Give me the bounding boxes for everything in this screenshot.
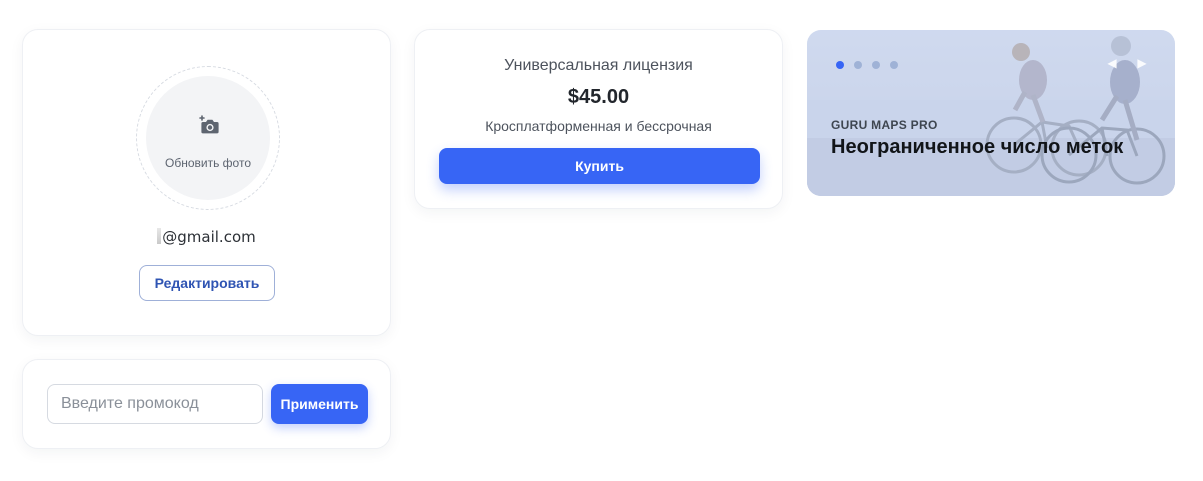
carousel-dots (836, 61, 898, 69)
edit-profile-button[interactable]: Редактировать (139, 265, 275, 301)
promo-code-input[interactable] (47, 384, 263, 424)
carousel-dot[interactable] (872, 61, 880, 69)
avatar[interactable]: Обновить фото (146, 76, 270, 200)
promo-banner[interactable]: ◀ ▶ GURU MAPS PRO Неограниченное число м… (807, 30, 1175, 196)
play-next-icon[interactable]: ▶ (1133, 54, 1151, 72)
license-title: Универсальная лицензия (504, 57, 693, 74)
license-description: Кросплатформенная и бессрочная (485, 118, 712, 134)
email-row: @gmail.com (23, 228, 390, 246)
license-price: $45.00 (567, 86, 630, 108)
apply-promo-button[interactable]: Применить (271, 384, 368, 424)
promo-code-card: Применить (22, 359, 391, 449)
carousel-dot[interactable] (854, 61, 862, 69)
chevron-left-icon[interactable]: ◀ (1103, 54, 1121, 72)
avatar-upload-label: Обновить фото (165, 156, 251, 170)
banner-title: Неограниченное число меток (831, 136, 1124, 158)
buy-button[interactable]: Купить (439, 148, 760, 184)
carousel-dot[interactable] (836, 61, 844, 69)
license-card: Универсальная лицензия $45.00 Кросплатфо… (414, 29, 783, 209)
avatar-upload[interactable]: Обновить фото (136, 66, 280, 210)
email-mask (157, 228, 162, 244)
add-photo-icon (199, 115, 219, 134)
banner-kicker: GURU MAPS PRO (831, 118, 938, 132)
carousel-dot[interactable] (890, 61, 898, 69)
user-email: @gmail.com (162, 228, 256, 246)
profile-card: Обновить фото @gmail.com Редактировать (22, 29, 391, 336)
